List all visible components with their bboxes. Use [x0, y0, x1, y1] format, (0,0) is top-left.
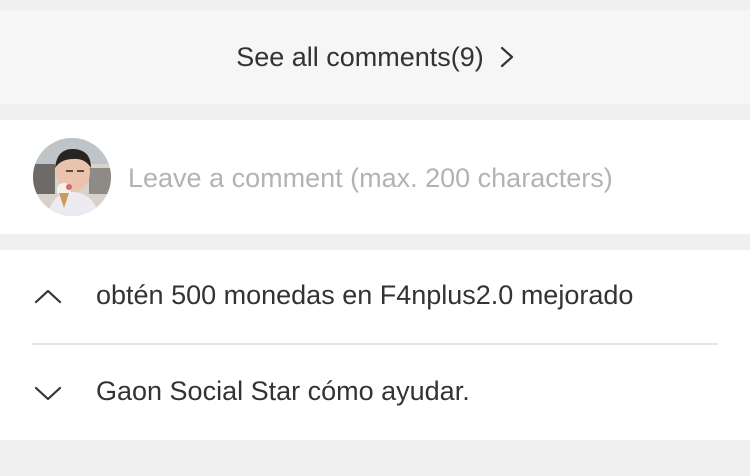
post-navigation: obtén 500 monedas en F4nplus2.0 mejorado…: [0, 250, 750, 440]
next-post-title: Gaon Social Star cómo ayudar.: [96, 376, 470, 406]
previous-post-link[interactable]: obtén 500 monedas en F4nplus2.0 mejorado: [0, 250, 750, 344]
see-all-comments-button[interactable]: See all comments(9): [0, 10, 750, 104]
see-all-comments-label: See all comments(9): [236, 41, 484, 72]
next-post-link[interactable]: Gaon Social Star cómo ayudar.: [0, 346, 750, 440]
comment-composer: [0, 120, 750, 234]
chevron-right-icon: [500, 46, 513, 68]
chevron-up-icon: [34, 289, 62, 304]
nav-divider: [32, 343, 718, 345]
chevron-down-icon: [34, 386, 62, 401]
avatar-photo: [33, 138, 111, 216]
comment-input[interactable]: [128, 156, 708, 200]
previous-post-title: obtén 500 monedas en F4nplus2.0 mejorado: [96, 280, 634, 310]
user-avatar[interactable]: [33, 138, 111, 216]
